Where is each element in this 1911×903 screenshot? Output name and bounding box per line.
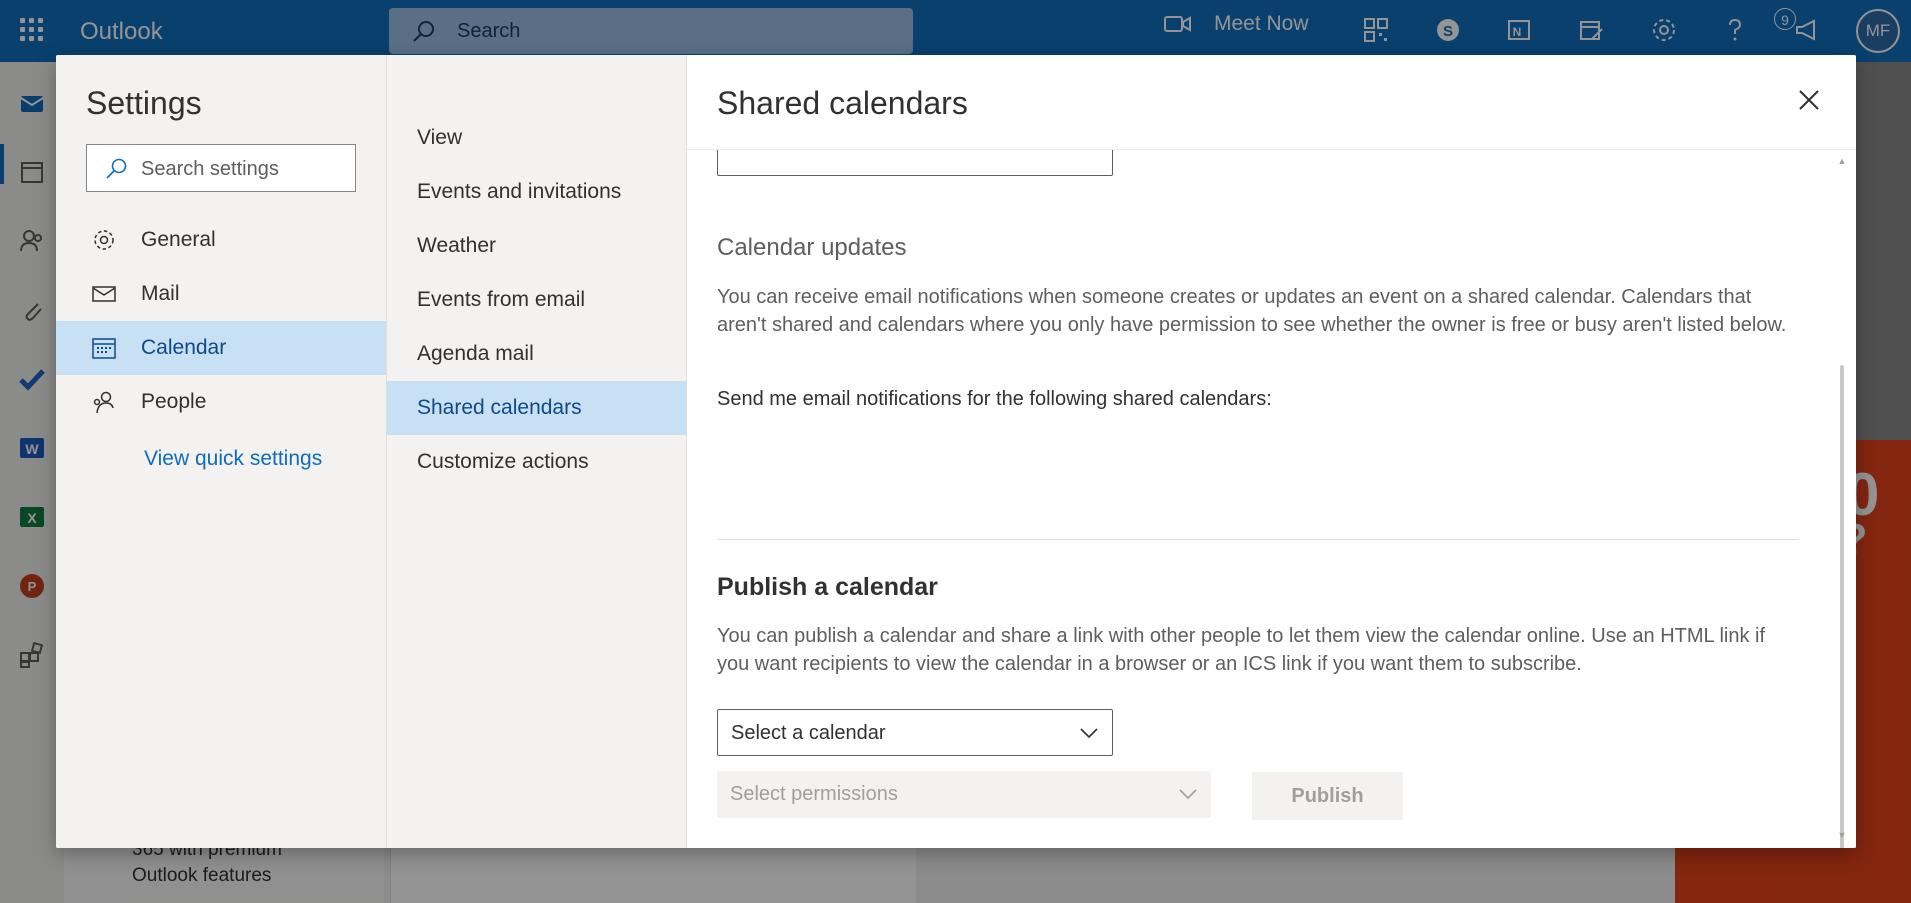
- select-permissions-label: Select permissions: [730, 783, 898, 805]
- search-settings-input[interactable]: Search settings: [86, 144, 356, 192]
- clipped-input-box[interactable]: [717, 150, 1113, 176]
- subnav-label: Events from email: [417, 288, 586, 311]
- view-quick-settings-link[interactable]: View quick settings: [144, 447, 322, 471]
- chevron-down-icon: [1078, 722, 1100, 744]
- section-divider: [717, 539, 1799, 540]
- subnav-item-events-and-invitations[interactable]: Events and invitations: [387, 165, 687, 219]
- subnav-item-events-from-email[interactable]: Events from email: [387, 273, 687, 327]
- select-permissions-dropdown[interactable]: Select permissions: [717, 771, 1211, 818]
- settings-category-label: Mail: [141, 282, 180, 305]
- people-icon: [92, 390, 116, 414]
- scroll-up-icon[interactable]: ▲: [1837, 156, 1847, 166]
- subnav-label: Agenda mail: [417, 342, 534, 365]
- subnav-label: Shared calendars: [417, 396, 582, 419]
- scrollbar-thumb[interactable]: [1840, 365, 1844, 848]
- close-icon: [1799, 90, 1819, 110]
- settings-category-people[interactable]: People: [56, 375, 386, 429]
- settings-category-label: Calendar: [141, 336, 227, 359]
- close-button[interactable]: [1796, 87, 1822, 113]
- calendar-updates-heading: Calendar updates: [717, 234, 907, 261]
- content-scroll-area[interactable]: Calendar updates You can receive email n…: [687, 150, 1856, 848]
- settings-category-label: General: [141, 228, 216, 251]
- settings-content-pane: Shared calendars Calendar updates You ca…: [686, 55, 1856, 848]
- publish-description: You can publish a calendar and share a l…: [717, 625, 1766, 675]
- scrollbar[interactable]: ▲ ▼: [1837, 150, 1847, 848]
- select-calendar-label: Select a calendar: [731, 722, 886, 744]
- select-calendar-dropdown[interactable]: Select a calendar: [717, 709, 1113, 756]
- subnav-item-shared-calendars[interactable]: Shared calendars: [387, 381, 687, 435]
- calendar-settings-nav: View Events and invitations Weather Even…: [386, 55, 687, 848]
- mail-icon: [92, 282, 116, 306]
- chevron-down-icon: [1177, 783, 1199, 805]
- calendar-updates-description: You can receive email notifications when…: [717, 286, 1787, 336]
- page-title: Shared calendars: [717, 85, 968, 121]
- subnav-label: Customize actions: [417, 450, 589, 473]
- settings-categories: Settings Search settings General Mail Ca…: [56, 55, 386, 848]
- subnav-item-weather[interactable]: Weather: [387, 219, 687, 273]
- settings-category-general[interactable]: General: [56, 213, 386, 267]
- settings-dialog: Settings Search settings General Mail Ca…: [56, 55, 1856, 848]
- search-settings-placeholder: Search settings: [141, 158, 279, 180]
- scroll-down-icon[interactable]: ▼: [1837, 830, 1847, 840]
- settings-category-label: People: [141, 390, 207, 413]
- subnav-item-agenda-mail[interactable]: Agenda mail: [387, 327, 687, 381]
- modal-overlay-top: [0, 0, 1911, 62]
- search-icon: [105, 157, 129, 186]
- settings-category-mail[interactable]: Mail: [56, 267, 386, 321]
- subnav-item-view[interactable]: View: [387, 111, 687, 165]
- subnav-item-customize-actions[interactable]: Customize actions: [387, 435, 687, 489]
- notify-label: Send me email notifications for the foll…: [717, 388, 1272, 410]
- publish-button[interactable]: Publish: [1252, 772, 1403, 820]
- publish-calendar-heading: Publish a calendar: [717, 573, 938, 601]
- subnav-label: View: [417, 126, 463, 149]
- subnav-label: Weather: [417, 234, 496, 257]
- calendar-icon: [92, 336, 116, 360]
- gear-icon: [92, 228, 116, 252]
- settings-category-calendar[interactable]: Calendar: [56, 321, 386, 375]
- settings-title: Settings: [86, 85, 202, 121]
- subnav-label: Events and invitations: [417, 180, 622, 203]
